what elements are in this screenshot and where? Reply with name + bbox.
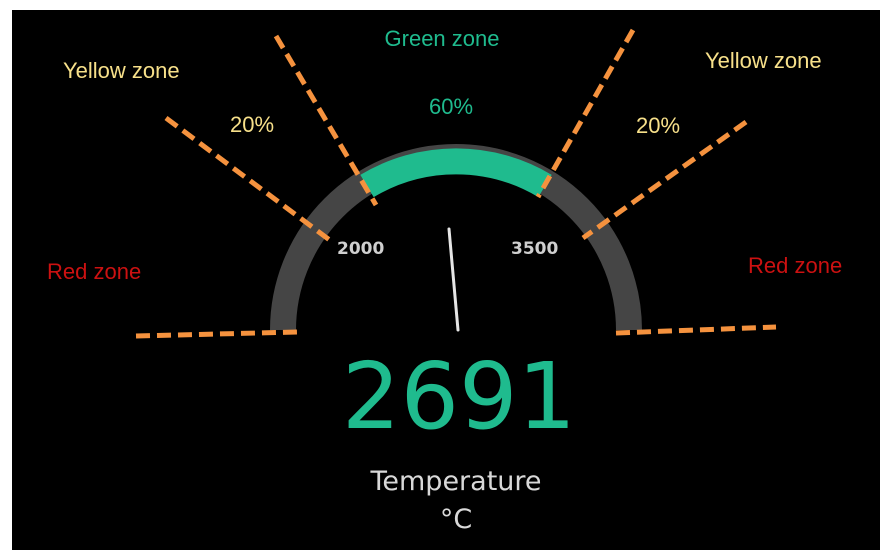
green-zone-label: Green zone <box>385 26 500 51</box>
gauge-needle <box>447 227 460 332</box>
threshold-label-low: 2000 <box>337 239 384 259</box>
green-zone-percent: 60% <box>429 94 473 119</box>
annotated-gauge-figure: 2000 3500 2691 Temperature °C Green zone… <box>0 0 892 558</box>
gauge-active-arc <box>360 148 552 198</box>
yellow-zone-right-label: Yellow zone <box>705 48 822 73</box>
gauge-unit: °C <box>440 504 472 535</box>
gauge-value: 2691 <box>342 343 576 450</box>
zone-dividers <box>135 28 777 339</box>
yellow-zone-right-percent: 20% <box>636 113 680 138</box>
gauge-diagram: 2000 3500 2691 Temperature °C Green zone… <box>47 26 842 535</box>
red-zone-left-label: Red zone <box>47 259 141 284</box>
red-zone-right-label: Red zone <box>748 253 842 278</box>
yellow-zone-left-percent: 20% <box>230 112 274 137</box>
yellow-zone-left-label: Yellow zone <box>63 58 180 83</box>
divider-red-left <box>135 329 299 339</box>
threshold-label-high: 3500 <box>511 239 558 259</box>
divider-yellow-right <box>581 119 748 241</box>
gauge-caption: Temperature <box>369 466 541 497</box>
